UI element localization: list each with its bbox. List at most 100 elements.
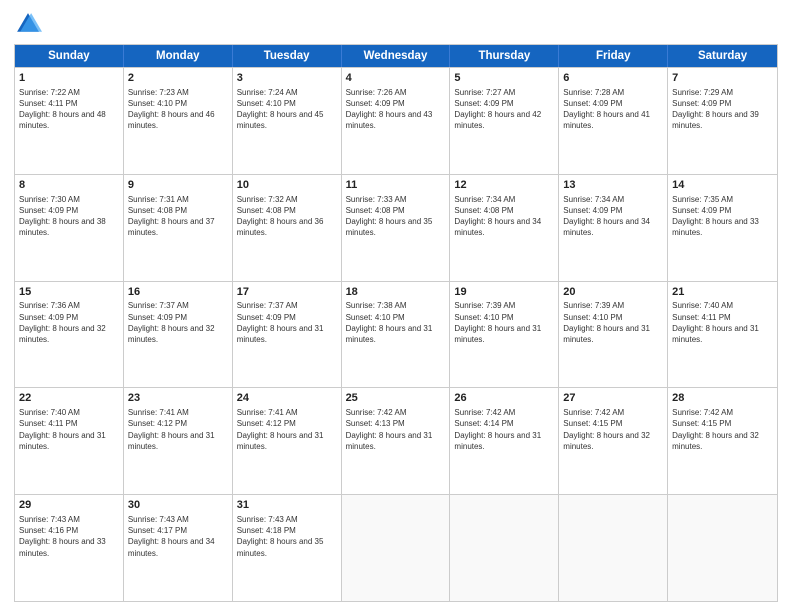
day-number: 25 [346, 391, 446, 406]
day-cell-2: 2Sunrise: 7:23 AMSunset: 4:10 PMDaylight… [124, 68, 233, 174]
day-info: Sunrise: 7:24 AMSunset: 4:10 PMDaylight:… [237, 87, 337, 132]
day-number: 17 [237, 285, 337, 300]
day-cell-15: 15Sunrise: 7:36 AMSunset: 4:09 PMDayligh… [15, 282, 124, 388]
empty-cell [450, 495, 559, 601]
header-day-monday: Monday [124, 45, 233, 67]
day-number: 14 [672, 178, 773, 193]
header [14, 10, 778, 38]
day-info: Sunrise: 7:29 AMSunset: 4:09 PMDaylight:… [672, 87, 773, 132]
day-cell-7: 7Sunrise: 7:29 AMSunset: 4:09 PMDaylight… [668, 68, 777, 174]
day-number: 5 [454, 71, 554, 86]
day-cell-22: 22Sunrise: 7:40 AMSunset: 4:11 PMDayligh… [15, 388, 124, 494]
day-info: Sunrise: 7:43 AMSunset: 4:17 PMDaylight:… [128, 514, 228, 559]
day-cell-13: 13Sunrise: 7:34 AMSunset: 4:09 PMDayligh… [559, 175, 668, 281]
day-number: 4 [346, 71, 446, 86]
day-number: 10 [237, 178, 337, 193]
day-number: 12 [454, 178, 554, 193]
calendar-week-2: 8Sunrise: 7:30 AMSunset: 4:09 PMDaylight… [15, 174, 777, 281]
day-info: Sunrise: 7:42 AMSunset: 4:14 PMDaylight:… [454, 407, 554, 452]
day-number: 31 [237, 498, 337, 513]
day-cell-19: 19Sunrise: 7:39 AMSunset: 4:10 PMDayligh… [450, 282, 559, 388]
day-number: 2 [128, 71, 228, 86]
day-cell-16: 16Sunrise: 7:37 AMSunset: 4:09 PMDayligh… [124, 282, 233, 388]
day-number: 16 [128, 285, 228, 300]
day-cell-3: 3Sunrise: 7:24 AMSunset: 4:10 PMDaylight… [233, 68, 342, 174]
day-cell-9: 9Sunrise: 7:31 AMSunset: 4:08 PMDaylight… [124, 175, 233, 281]
day-number: 26 [454, 391, 554, 406]
day-cell-27: 27Sunrise: 7:42 AMSunset: 4:15 PMDayligh… [559, 388, 668, 494]
day-cell-8: 8Sunrise: 7:30 AMSunset: 4:09 PMDaylight… [15, 175, 124, 281]
day-cell-29: 29Sunrise: 7:43 AMSunset: 4:16 PMDayligh… [15, 495, 124, 601]
empty-cell [342, 495, 451, 601]
day-info: Sunrise: 7:40 AMSunset: 4:11 PMDaylight:… [672, 300, 773, 345]
day-info: Sunrise: 7:37 AMSunset: 4:09 PMDaylight:… [237, 300, 337, 345]
day-info: Sunrise: 7:41 AMSunset: 4:12 PMDaylight:… [128, 407, 228, 452]
day-cell-21: 21Sunrise: 7:40 AMSunset: 4:11 PMDayligh… [668, 282, 777, 388]
day-number: 13 [563, 178, 663, 193]
day-info: Sunrise: 7:38 AMSunset: 4:10 PMDaylight:… [346, 300, 446, 345]
day-info: Sunrise: 7:43 AMSunset: 4:16 PMDaylight:… [19, 514, 119, 559]
day-number: 23 [128, 391, 228, 406]
day-cell-28: 28Sunrise: 7:42 AMSunset: 4:15 PMDayligh… [668, 388, 777, 494]
calendar-week-3: 15Sunrise: 7:36 AMSunset: 4:09 PMDayligh… [15, 281, 777, 388]
day-number: 28 [672, 391, 773, 406]
header-day-thursday: Thursday [450, 45, 559, 67]
day-info: Sunrise: 7:33 AMSunset: 4:08 PMDaylight:… [346, 194, 446, 239]
calendar-week-5: 29Sunrise: 7:43 AMSunset: 4:16 PMDayligh… [15, 494, 777, 601]
day-info: Sunrise: 7:42 AMSunset: 4:15 PMDaylight:… [672, 407, 773, 452]
day-number: 24 [237, 391, 337, 406]
day-cell-25: 25Sunrise: 7:42 AMSunset: 4:13 PMDayligh… [342, 388, 451, 494]
day-info: Sunrise: 7:34 AMSunset: 4:08 PMDaylight:… [454, 194, 554, 239]
day-cell-10: 10Sunrise: 7:32 AMSunset: 4:08 PMDayligh… [233, 175, 342, 281]
day-number: 30 [128, 498, 228, 513]
day-info: Sunrise: 7:40 AMSunset: 4:11 PMDaylight:… [19, 407, 119, 452]
header-day-wednesday: Wednesday [342, 45, 451, 67]
header-day-sunday: Sunday [15, 45, 124, 67]
day-info: Sunrise: 7:42 AMSunset: 4:15 PMDaylight:… [563, 407, 663, 452]
day-info: Sunrise: 7:30 AMSunset: 4:09 PMDaylight:… [19, 194, 119, 239]
day-number: 18 [346, 285, 446, 300]
day-number: 19 [454, 285, 554, 300]
day-number: 21 [672, 285, 773, 300]
calendar-week-4: 22Sunrise: 7:40 AMSunset: 4:11 PMDayligh… [15, 387, 777, 494]
day-cell-31: 31Sunrise: 7:43 AMSunset: 4:18 PMDayligh… [233, 495, 342, 601]
day-cell-5: 5Sunrise: 7:27 AMSunset: 4:09 PMDaylight… [450, 68, 559, 174]
page: SundayMondayTuesdayWednesdayThursdayFrid… [0, 0, 792, 612]
day-number: 8 [19, 178, 119, 193]
calendar: SundayMondayTuesdayWednesdayThursdayFrid… [14, 44, 778, 602]
day-number: 29 [19, 498, 119, 513]
day-cell-20: 20Sunrise: 7:39 AMSunset: 4:10 PMDayligh… [559, 282, 668, 388]
day-cell-6: 6Sunrise: 7:28 AMSunset: 4:09 PMDaylight… [559, 68, 668, 174]
day-number: 20 [563, 285, 663, 300]
day-number: 11 [346, 178, 446, 193]
day-number: 15 [19, 285, 119, 300]
day-cell-1: 1Sunrise: 7:22 AMSunset: 4:11 PMDaylight… [15, 68, 124, 174]
day-number: 3 [237, 71, 337, 86]
day-info: Sunrise: 7:41 AMSunset: 4:12 PMDaylight:… [237, 407, 337, 452]
day-info: Sunrise: 7:43 AMSunset: 4:18 PMDaylight:… [237, 514, 337, 559]
day-number: 9 [128, 178, 228, 193]
day-info: Sunrise: 7:23 AMSunset: 4:10 PMDaylight:… [128, 87, 228, 132]
empty-cell [559, 495, 668, 601]
day-info: Sunrise: 7:35 AMSunset: 4:09 PMDaylight:… [672, 194, 773, 239]
day-info: Sunrise: 7:26 AMSunset: 4:09 PMDaylight:… [346, 87, 446, 132]
header-day-tuesday: Tuesday [233, 45, 342, 67]
logo-icon [14, 10, 42, 38]
header-day-friday: Friday [559, 45, 668, 67]
day-cell-30: 30Sunrise: 7:43 AMSunset: 4:17 PMDayligh… [124, 495, 233, 601]
day-number: 1 [19, 71, 119, 86]
calendar-header: SundayMondayTuesdayWednesdayThursdayFrid… [15, 45, 777, 67]
logo [14, 10, 46, 38]
calendar-week-1: 1Sunrise: 7:22 AMSunset: 4:11 PMDaylight… [15, 67, 777, 174]
calendar-body: 1Sunrise: 7:22 AMSunset: 4:11 PMDaylight… [15, 67, 777, 601]
day-cell-4: 4Sunrise: 7:26 AMSunset: 4:09 PMDaylight… [342, 68, 451, 174]
day-cell-11: 11Sunrise: 7:33 AMSunset: 4:08 PMDayligh… [342, 175, 451, 281]
day-info: Sunrise: 7:22 AMSunset: 4:11 PMDaylight:… [19, 87, 119, 132]
day-cell-12: 12Sunrise: 7:34 AMSunset: 4:08 PMDayligh… [450, 175, 559, 281]
day-info: Sunrise: 7:39 AMSunset: 4:10 PMDaylight:… [454, 300, 554, 345]
day-number: 6 [563, 71, 663, 86]
day-info: Sunrise: 7:27 AMSunset: 4:09 PMDaylight:… [454, 87, 554, 132]
day-cell-23: 23Sunrise: 7:41 AMSunset: 4:12 PMDayligh… [124, 388, 233, 494]
day-info: Sunrise: 7:39 AMSunset: 4:10 PMDaylight:… [563, 300, 663, 345]
day-info: Sunrise: 7:42 AMSunset: 4:13 PMDaylight:… [346, 407, 446, 452]
